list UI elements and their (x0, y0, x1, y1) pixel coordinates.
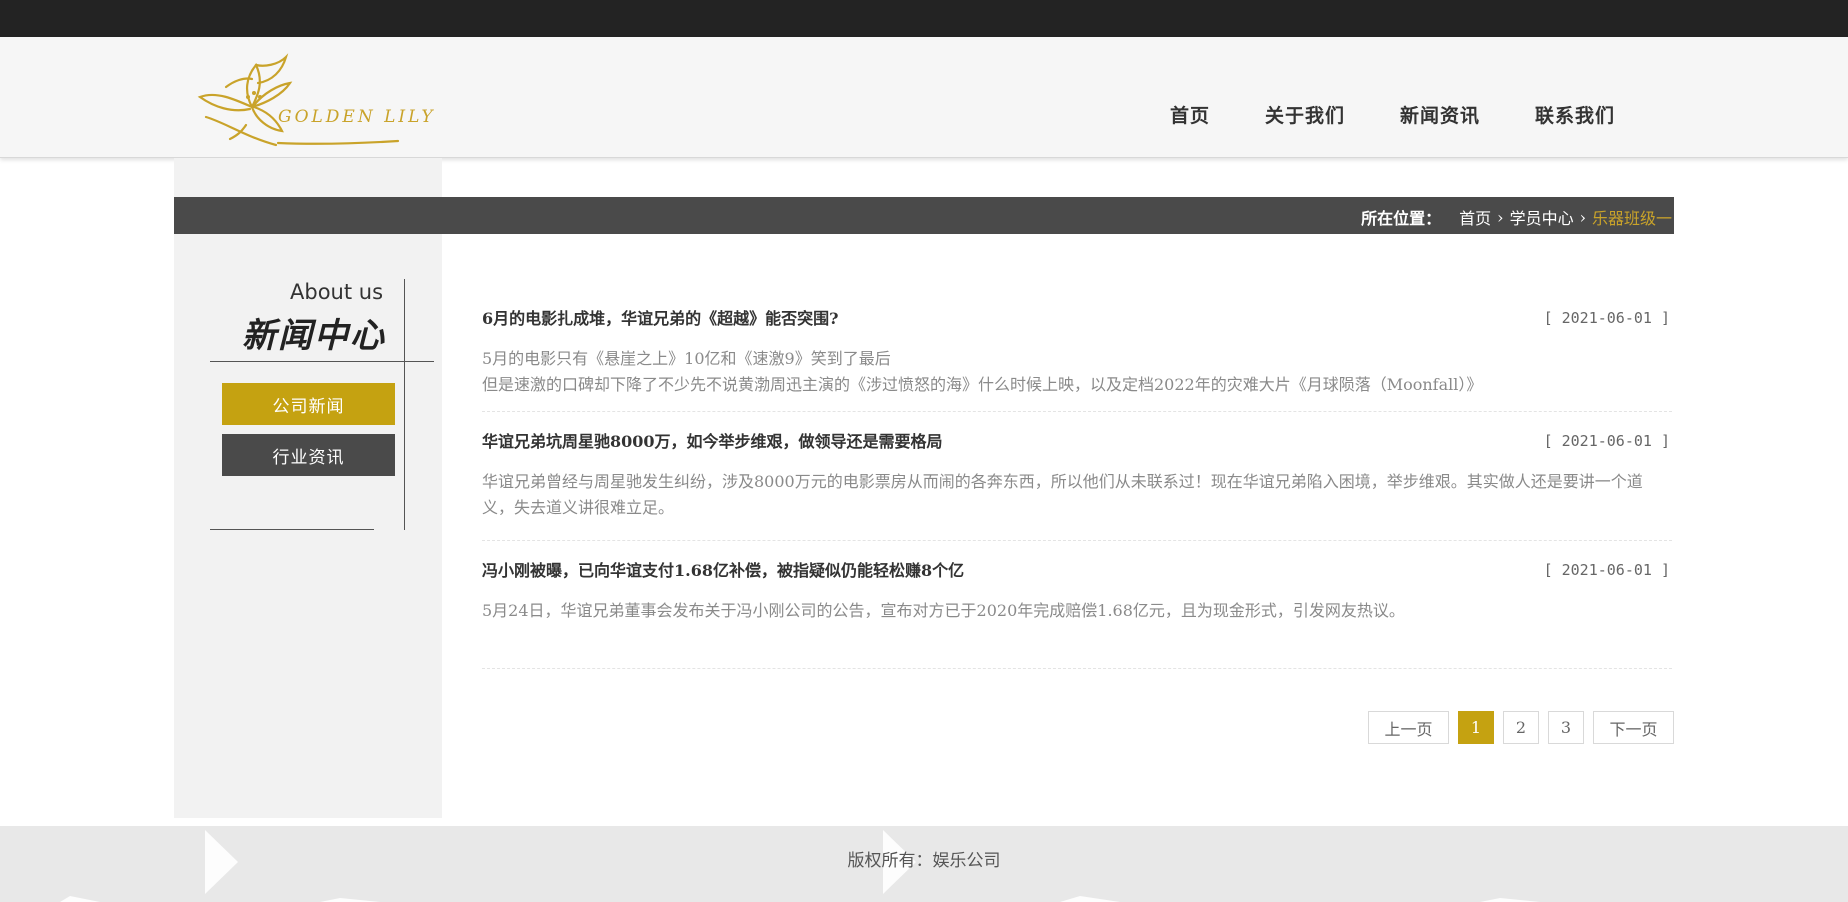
breadcrumb-label: 所在位置： (1361, 209, 1442, 228)
sidebar-background (174, 158, 442, 818)
news-summary-line: 但是速激的口碑却下降了不少先不说黄渤周迅主演的《涉过愤怒的海》什么时候上映，以及… (482, 375, 1483, 394)
nav-contact[interactable]: 联系我们 (1535, 101, 1615, 128)
page-button-3[interactable]: 3 (1548, 711, 1584, 744)
list-item: 华谊兄弟坑周星驰8000万，如今举步维艰，做领导还是需要格局 [ 2021-06… (482, 412, 1672, 541)
site-logo[interactable]: GOLDEN LILY (186, 47, 446, 151)
breadcrumb-current[interactable]: 乐器班级一 (1592, 205, 1672, 229)
page-button-1[interactable]: 1 (1458, 711, 1494, 744)
news-summary-line: 5月24日，华谊兄弟董事会发布关于冯小刚公司的公告，宣布对方已于2020年完成赔… (482, 601, 1405, 620)
next-page-button[interactable]: 下一页 (1593, 711, 1674, 744)
breadcrumb-bar: 所在位置： 首页 › 学员中心 › 乐器班级一 (174, 197, 1674, 234)
news-summary: 华谊兄弟曾经与周星驰发生纠纷，涉及8000万元的电影票房从而闹的各奔东西，所以他… (482, 461, 1672, 531)
list-item: 6月的电影扎成堆，华谊兄弟的《超越》能否突围? [ 2021-06-01 ] 5… (482, 300, 1672, 412)
header: GOLDEN LILY 首页 关于我们 新闻资讯 联系我们 (0, 37, 1848, 158)
chevron-right-icon: › (1579, 207, 1586, 227)
sidebar-item-company-news[interactable]: 公司新闻 (222, 383, 395, 425)
news-date: [ 2021-06-01 ] (1543, 432, 1670, 450)
chevron-right-icon: › (1497, 207, 1504, 227)
sidebar-item-industry-news[interactable]: 行业资讯 (222, 434, 395, 476)
news-summary-line: 华谊兄弟曾经与周星驰发生纠纷，涉及8000万元的电影票房从而闹的各奔东西，所以他… (482, 472, 1643, 517)
footer: 版权所有：娱乐公司 (0, 826, 1848, 902)
top-bar (0, 0, 1848, 37)
nav-about[interactable]: 关于我们 (1265, 101, 1345, 128)
sidebar-title-en: About us (290, 280, 384, 304)
news-date: [ 2021-06-01 ] (1543, 561, 1670, 579)
nav-news[interactable]: 新闻资讯 (1400, 101, 1480, 128)
breadcrumb: 所在位置： 首页 › 学员中心 › 乐器班级一 (1361, 205, 1672, 229)
breadcrumb-home[interactable]: 首页 (1459, 205, 1491, 229)
main-nav: 首页 关于我们 新闻资讯 联系我们 (1170, 101, 1670, 128)
news-date: [ 2021-06-01 ] (1543, 309, 1670, 327)
list-item: 冯小刚被曝，已向华谊支付1.68亿补偿，被指疑似仍能轻松赚8个亿 [ 2021-… (482, 541, 1672, 669)
sidebar-title-cn: 新闻中心 (242, 316, 386, 356)
page-button-2[interactable]: 2 (1503, 711, 1539, 744)
news-summary: 5月24日，华谊兄弟董事会发布关于冯小刚公司的公告，宣布对方已于2020年完成赔… (482, 590, 1672, 634)
lily-logo-icon: GOLDEN LILY (197, 53, 436, 147)
news-title[interactable]: 华谊兄弟坑周星驰8000万，如今举步维艰，做领导还是需要格局 (482, 423, 1672, 461)
nav-home[interactable]: 首页 (1170, 101, 1210, 128)
pagination: 上一页 1 2 3 下一页 (1359, 711, 1674, 744)
sidebar-divider-vertical (404, 279, 405, 530)
news-summary-line: 5月的电影只有《悬崖之上》10亿和《速激9》笑到了最后 (482, 349, 891, 368)
news-summary: 5月的电影只有《悬崖之上》10亿和《速激9》笑到了最后 但是速激的口碑却下降了不… (482, 338, 1672, 408)
breadcrumb-student-center[interactable]: 学员中心 (1510, 205, 1574, 229)
sidebar-divider-top (210, 361, 434, 362)
news-title[interactable]: 冯小刚被曝，已向华谊支付1.68亿补偿，被指疑似仍能轻松赚8个亿 (482, 552, 1672, 590)
svg-text:GOLDEN LILY: GOLDEN LILY (278, 107, 436, 127)
sidebar-divider-bottom (210, 529, 374, 530)
news-list: 6月的电影扎成堆，华谊兄弟的《超越》能否突围? [ 2021-06-01 ] 5… (482, 300, 1672, 669)
news-title[interactable]: 6月的电影扎成堆，华谊兄弟的《超越》能否突围? (482, 300, 1672, 338)
prev-page-button[interactable]: 上一页 (1368, 711, 1449, 744)
copyright-text: 版权所有：娱乐公司 (847, 851, 1001, 871)
